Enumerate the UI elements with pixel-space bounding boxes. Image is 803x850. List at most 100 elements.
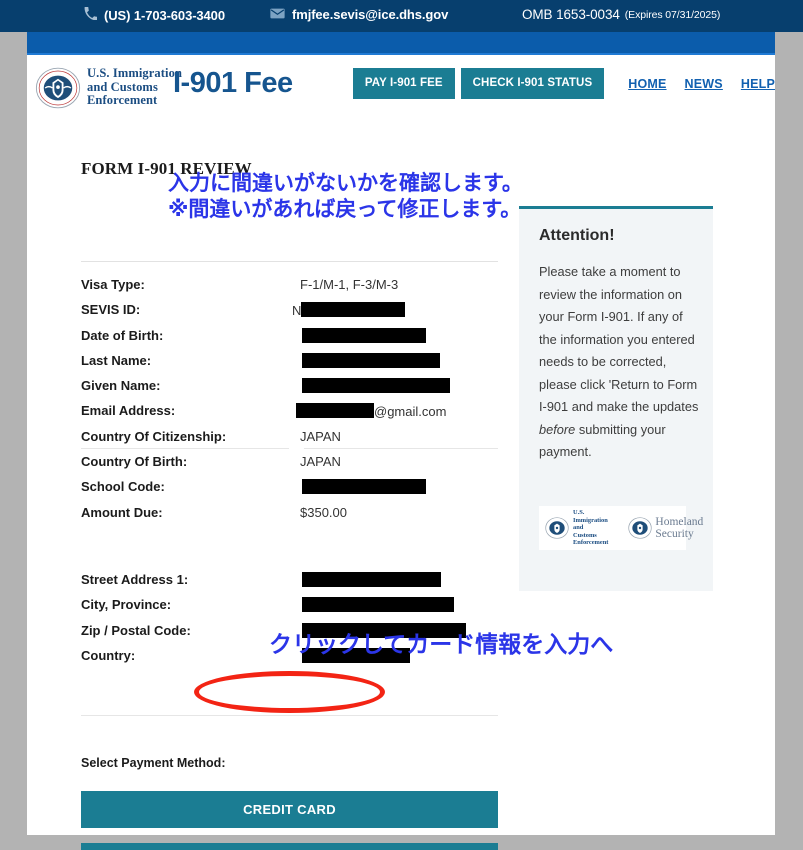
ice-logo-line-3: Enforcement [573, 539, 609, 547]
credit-card-button[interactable]: CREDIT CARD [81, 791, 498, 828]
ice-logo-line-1: U.S. Immigration [573, 509, 608, 524]
phone-contact[interactable]: (US) 1-703-603-3400 [84, 7, 225, 23]
review-field-row: Country Of Birth: JAPAN [81, 454, 501, 479]
field-label: Country Of Citizenship: [81, 428, 227, 444]
attention-body: Please take a moment to review the infor… [519, 245, 713, 464]
payment-section-divider [81, 715, 498, 716]
annotation-note-top-line2: ※間違いがあれば戻って修正します。 [168, 197, 522, 221]
dhs-seal-icon [35, 65, 81, 111]
field-value: JAPAN [300, 428, 341, 444]
redacted-value [302, 327, 426, 343]
field-value: $350.00 [300, 504, 347, 520]
review-field-row: Date of Birth: [81, 327, 501, 353]
omb-number: OMB 1653-0034 [522, 7, 620, 22]
homeland-security-seal-icon [628, 516, 653, 540]
field-label: SEVIS ID: [81, 302, 141, 318]
attention-body-part1: Please take a moment to review the infor… [539, 264, 699, 414]
field-value: @gmail.com [296, 403, 446, 419]
field-label: Last Name: [81, 352, 152, 368]
review-field-row: City, Province: [81, 597, 501, 622]
header-blue-band [27, 32, 775, 55]
main-navigation: PAY I-901 FEE CHECK I-901 STATUS HOME NE… [352, 68, 775, 99]
field-value-prefix: N [292, 303, 302, 319]
omb-expiry: (Expires 07/31/2025) [624, 8, 721, 21]
nav-link-news[interactable]: NEWS [685, 77, 723, 91]
field-value-suffix: @gmail.com [374, 404, 447, 420]
attention-panel: Attention! Please take a moment to revie… [519, 206, 713, 591]
annotation-note-top: 入力に間違いがないかを確認します。 ※間違いがあれば戻って修正します。 [168, 170, 523, 222]
select-payment-method-label: Select Payment Method: [81, 756, 226, 770]
redacted-value [296, 403, 374, 419]
annotation-note-bottom: クリックしてカード情報を入力へ [269, 632, 614, 658]
field-value: N [292, 302, 406, 319]
field-value [302, 327, 426, 344]
field-label: Zip / Postal Code: [81, 622, 191, 638]
phone-number: (US) 1-703-603-3400 [104, 7, 225, 23]
redacted-value [302, 378, 450, 394]
review-field-row: School Code: [81, 479, 501, 504]
review-field-row: SEVIS ID: N [81, 302, 501, 327]
hs-logo-line-2: Security [655, 528, 694, 540]
field-value [302, 479, 426, 495]
redacted-value [301, 302, 406, 318]
title-divider [81, 261, 498, 262]
review-field-row: Visa Type: F-1/M-1, F-3/M-3 [81, 277, 501, 302]
field-label: Amount Due: [81, 504, 163, 520]
email-contact[interactable]: fmjfee.sevis@ice.dhs.gov [270, 7, 448, 22]
brand-title: I-901 Fee [173, 67, 293, 99]
field-value: F-1/M-1, F-3/M-3 [300, 277, 399, 292]
field-label: Given Name: [81, 378, 161, 394]
phone-icon [84, 7, 98, 23]
field-label: Country: [81, 647, 136, 663]
ice-logo-line-2: and Customs [573, 524, 597, 539]
review-field-row: Street Address 1: [81, 572, 501, 597]
hs-logo-line-1: Homeland [655, 515, 704, 528]
field-label: Email Address: [81, 403, 176, 419]
section-divider-right [304, 448, 498, 449]
agency-line-3: Enforcement [87, 93, 158, 107]
review-field-list: Visa Type: F-1/M-1, F-3/M-3 SEVIS ID: N Date… [81, 277, 501, 530]
redacted-value [302, 479, 426, 495]
field-label: Country Of Birth: [81, 454, 188, 470]
agency-line-1: U.S. Immigration [87, 66, 183, 80]
agency-logo-strip: U.S. Immigration and Customs Enforcement [539, 506, 703, 550]
field-label: Street Address 1: [81, 572, 189, 587]
field-value [302, 378, 450, 394]
address-field-list: Street Address 1: City, Province: Zip / Po… [81, 572, 501, 673]
site-header: U.S. Immigration and Customs Enforcement… [27, 55, 775, 118]
field-value: JAPAN [300, 454, 341, 470]
check-money-order-button[interactable]: CHECK / MONEY ORDER / WESTERN UNION [81, 843, 498, 850]
field-value [302, 597, 454, 613]
section-divider-left [81, 448, 289, 449]
ice-seal-icon [545, 516, 569, 540]
homeland-security-logo-text: Homeland Security [655, 516, 703, 541]
redacted-value [302, 597, 454, 613]
review-field-row: Email Address: @gmail.com [81, 403, 501, 428]
review-field-row: Last Name: [81, 352, 501, 378]
agency-wordmark: U.S. Immigration and Customs Enforcement [87, 66, 183, 108]
review-field-row: Amount Due: $350.00 [81, 505, 501, 530]
annotation-note-top-line1: 入力に間違いがないかを確認します。 [168, 171, 523, 195]
attention-heading: Attention! [539, 227, 615, 244]
attention-body-emphasis: before [539, 421, 576, 437]
field-value [302, 572, 441, 588]
review-field-row: Country Of Citizenship: JAPAN [81, 429, 501, 454]
field-label: Visa Type: [81, 277, 145, 292]
nav-button-pay-fee[interactable]: PAY I-901 FEE [352, 68, 455, 99]
page-root: (US) 1-703-603-3400 fmjfee.sevis@ice.dhs… [0, 0, 803, 850]
top-utility-bar: (US) 1-703-603-3400 fmjfee.sevis@ice.dhs… [0, 0, 803, 32]
ice-logo-text: U.S. Immigration and Customs Enforcement [573, 509, 608, 547]
field-label: City, Province: [81, 597, 172, 613]
review-field-row: Given Name: [81, 378, 501, 403]
nav-button-check-status[interactable]: CHECK I-901 STATUS [460, 68, 605, 99]
email-address: fmjfee.sevis@ice.dhs.gov [292, 7, 449, 22]
nav-link-help[interactable]: HELP [741, 77, 775, 91]
nav-link-home[interactable]: HOME [628, 77, 666, 91]
field-label: Date of Birth: [81, 327, 164, 343]
redacted-value [302, 572, 441, 587]
omb-notice: OMB 1653-0034 (Expires 07/31/2025) [522, 7, 720, 22]
field-label: School Code: [81, 479, 165, 495]
agency-line-2: and Customs [87, 79, 158, 94]
redacted-value [302, 352, 440, 368]
field-value [302, 352, 440, 369]
